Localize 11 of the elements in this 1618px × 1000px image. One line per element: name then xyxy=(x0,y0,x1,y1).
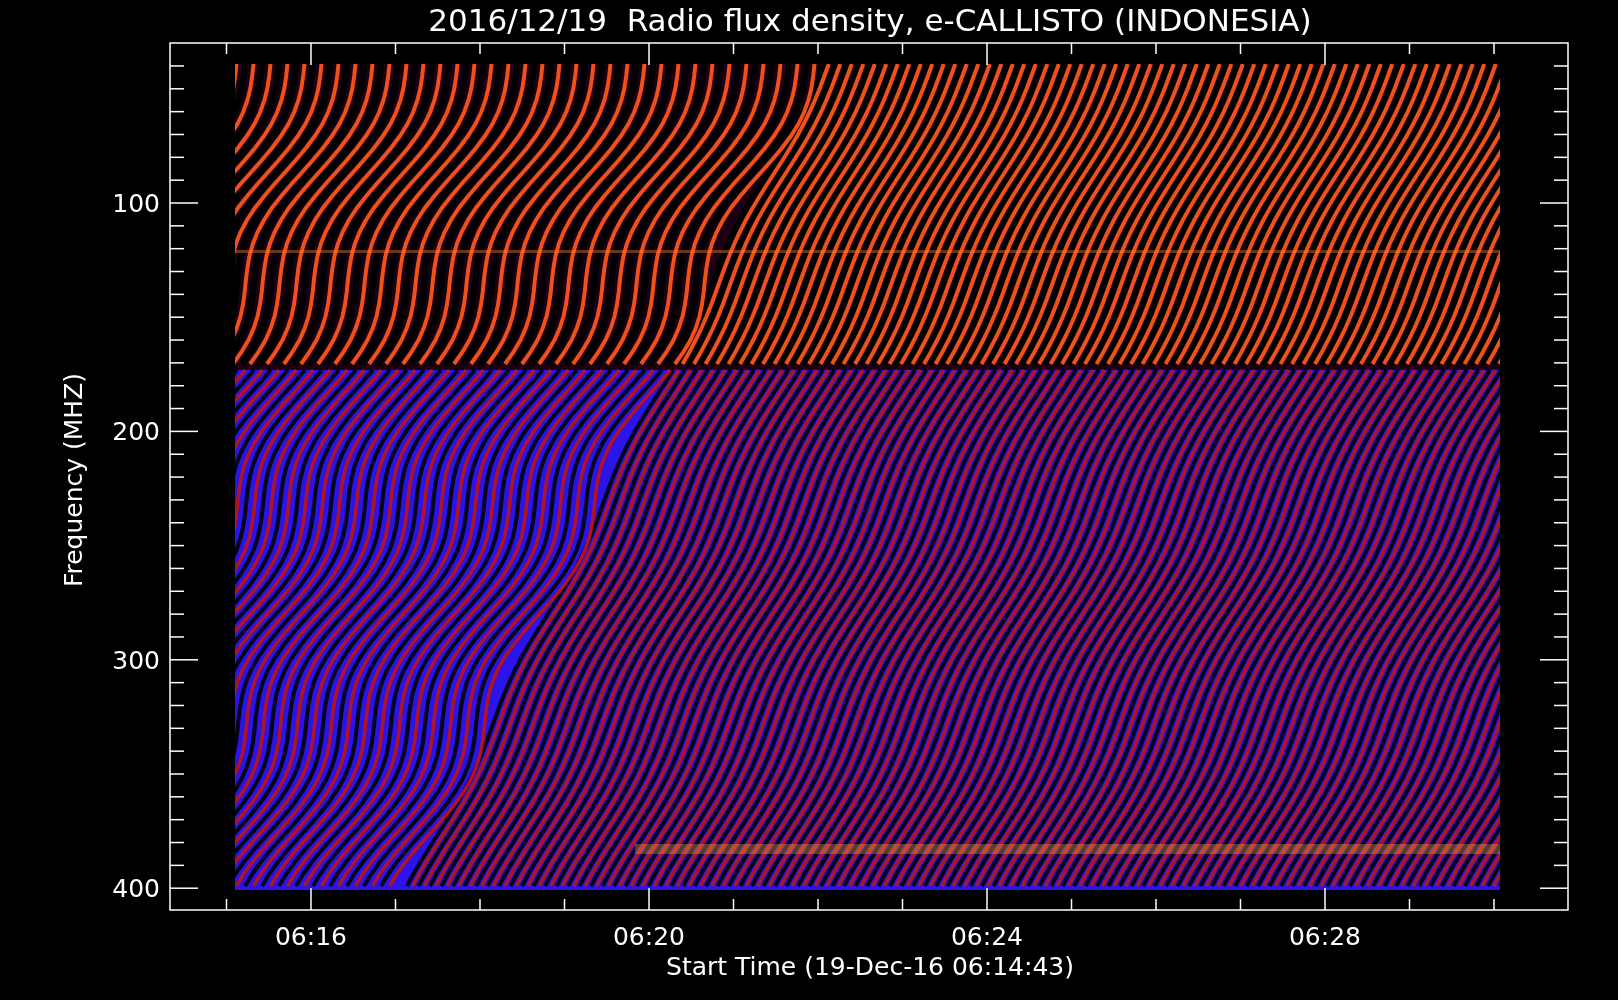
y-tick-label: 400 xyxy=(112,874,160,904)
chart-title: 2016/12/19 Radio flux density, e-CALLISTO (INDONESIA) xyxy=(428,2,1312,38)
y-tick-label: 300 xyxy=(112,645,160,675)
x-axis-label: Start Time (19-Dec-16 06:14:43) xyxy=(666,952,1074,981)
x-tick-label: 06:20 xyxy=(613,922,685,951)
y-axis-label: Frequency (MHZ) xyxy=(59,372,88,588)
x-tick-label: 06:28 xyxy=(1289,922,1361,951)
x-tick-label: 06:24 xyxy=(951,922,1023,951)
y-tick-label: 200 xyxy=(112,417,160,447)
y-tick-label: 100 xyxy=(112,189,160,218)
x-tick-label: 06:16 xyxy=(275,922,347,951)
